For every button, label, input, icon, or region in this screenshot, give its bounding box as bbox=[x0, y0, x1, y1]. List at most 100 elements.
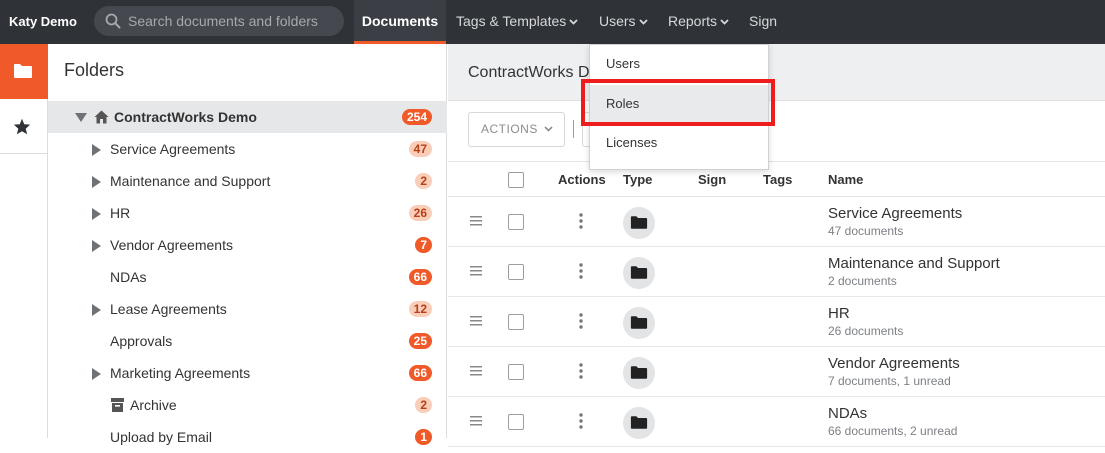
more-options-icon[interactable] bbox=[579, 263, 583, 279]
folder-item[interactable]: Maintenance and Support 2 bbox=[48, 165, 447, 197]
count-badge: 26 bbox=[408, 205, 432, 221]
row-checkbox[interactable] bbox=[508, 264, 524, 280]
menu-item-licenses[interactable]: Licenses bbox=[590, 124, 768, 162]
actions-dropdown-button[interactable]: ACTIONS bbox=[468, 112, 565, 147]
drag-handle-icon[interactable] bbox=[470, 316, 482, 326]
collapse-triangle-icon[interactable] bbox=[75, 113, 87, 122]
search-box[interactable] bbox=[94, 6, 344, 36]
breadcrumb: ContractWorks De bbox=[448, 44, 1105, 101]
menu-item-users[interactable]: Users bbox=[590, 45, 768, 83]
chevron-down-icon bbox=[720, 19, 729, 25]
folder-label: Archive bbox=[130, 397, 177, 413]
breadcrumb-current[interactable]: ContractWorks De bbox=[468, 64, 598, 82]
folder-item[interactable]: Marketing Agreements 66 bbox=[48, 357, 447, 389]
table-row[interactable]: NDAs 66 documents, 2 unread bbox=[448, 397, 1105, 447]
nav-reports-label: Reports bbox=[668, 13, 718, 29]
count-badge: 7 bbox=[415, 237, 432, 253]
row-name[interactable]: Maintenance and Support bbox=[828, 255, 1000, 272]
user-name[interactable]: Katy Demo bbox=[9, 0, 77, 44]
table-row[interactable]: HR 26 documents bbox=[448, 297, 1105, 347]
folder-item[interactable]: Lease Agreements 12 bbox=[48, 293, 447, 325]
folder-label: NDAs bbox=[110, 269, 147, 285]
row-name[interactable]: HR bbox=[828, 305, 850, 322]
folder-label: Lease Agreements bbox=[110, 301, 227, 317]
row-name[interactable]: Service Agreements bbox=[828, 205, 962, 222]
archive-icon bbox=[111, 398, 124, 412]
expand-triangle-icon[interactable] bbox=[92, 304, 101, 316]
more-options-icon[interactable] bbox=[579, 213, 583, 229]
expand-triangle-icon[interactable] bbox=[92, 208, 101, 220]
nav-documents[interactable]: Documents bbox=[354, 0, 446, 44]
row-name[interactable]: Vendor Agreements bbox=[828, 355, 960, 372]
row-detail: 7 documents, 1 unread bbox=[828, 374, 951, 388]
drag-handle-icon[interactable] bbox=[470, 216, 482, 226]
folder-icon bbox=[630, 366, 648, 379]
main-content: ContractWorks De ACTIONS Actions Type Si… bbox=[448, 44, 1105, 447]
folders-panel: Folders ContractWorks Demo 254 Service A… bbox=[48, 44, 447, 445]
folders-title: Folders bbox=[64, 60, 125, 80]
table-row[interactable]: Maintenance and Support 2 documents bbox=[448, 247, 1105, 297]
more-options-icon[interactable] bbox=[579, 313, 583, 329]
expand-triangle-icon[interactable] bbox=[92, 240, 101, 252]
folder-item[interactable]: NDAs 66 bbox=[48, 261, 447, 293]
count-badge: 1 bbox=[415, 429, 432, 445]
folder-item[interactable]: Upload by Email 1 bbox=[48, 421, 447, 453]
more-options-icon[interactable] bbox=[579, 413, 583, 429]
folder-item[interactable]: Service Agreements 47 bbox=[48, 133, 447, 165]
row-checkbox[interactable] bbox=[508, 314, 524, 330]
folder-icon bbox=[630, 316, 648, 329]
expand-triangle-icon[interactable] bbox=[92, 144, 101, 156]
nav-reports[interactable]: Reports bbox=[668, 0, 729, 44]
nav-users[interactable]: Users bbox=[599, 0, 648, 44]
search-input[interactable] bbox=[128, 6, 338, 36]
drag-handle-icon[interactable] bbox=[470, 366, 482, 376]
folder-icon bbox=[14, 64, 32, 78]
count-badge: 66 bbox=[408, 269, 432, 285]
row-name[interactable]: NDAs bbox=[828, 405, 867, 422]
search-icon bbox=[105, 13, 121, 29]
nav-tags-templates-label: Tags & Templates bbox=[456, 13, 567, 29]
favorites-tab[interactable] bbox=[0, 99, 48, 154]
count-badge: 254 bbox=[401, 109, 432, 125]
top-navbar: Katy Demo Documents Tags & Templates Use… bbox=[0, 0, 1105, 44]
drag-handle-icon[interactable] bbox=[470, 416, 482, 426]
count-badge: 25 bbox=[408, 333, 432, 349]
folder-item[interactable]: Approvals 25 bbox=[48, 325, 447, 357]
nav-tags-templates[interactable]: Tags & Templates bbox=[456, 0, 578, 44]
table-row[interactable]: Vendor Agreements 7 documents, 1 unread bbox=[448, 347, 1105, 397]
column-name[interactable]: Name bbox=[828, 162, 863, 198]
chevron-down-icon bbox=[638, 19, 648, 25]
nav-sign[interactable]: Sign bbox=[749, 0, 777, 44]
folder-item[interactable]: HR 26 bbox=[48, 197, 447, 229]
expand-triangle-icon[interactable] bbox=[92, 368, 101, 380]
count-badge: 2 bbox=[415, 397, 432, 413]
folder-root[interactable]: ContractWorks Demo 254 bbox=[48, 101, 447, 133]
folder-icon bbox=[630, 216, 648, 229]
table-header: Actions Type Sign Tags Name bbox=[448, 161, 1105, 197]
count-badge: 12 bbox=[408, 301, 432, 317]
folder-icon bbox=[630, 416, 648, 429]
select-all-checkbox[interactable] bbox=[508, 172, 524, 188]
row-detail: 2 documents bbox=[828, 274, 897, 288]
folder-item[interactable]: Vendor Agreements 7 bbox=[48, 229, 447, 261]
chevron-down-icon bbox=[544, 126, 553, 132]
folders-tab[interactable] bbox=[0, 44, 48, 99]
actions-label: ACTIONS bbox=[481, 122, 538, 136]
row-checkbox[interactable] bbox=[508, 364, 524, 380]
folder-label: ContractWorks Demo bbox=[114, 109, 257, 125]
expand-triangle-icon[interactable] bbox=[92, 176, 101, 188]
folder-label: Marketing Agreements bbox=[110, 365, 251, 381]
drag-handle-icon[interactable] bbox=[470, 266, 482, 276]
home-icon bbox=[94, 110, 109, 124]
chevron-down-icon bbox=[569, 19, 578, 25]
folder-type-badge bbox=[623, 307, 655, 339]
count-badge: 2 bbox=[415, 173, 432, 189]
folder-label: Approvals bbox=[110, 333, 173, 349]
nav-sign-label: Sign bbox=[749, 13, 778, 29]
folder-type-badge bbox=[623, 257, 655, 289]
row-checkbox[interactable] bbox=[508, 414, 524, 430]
table-row[interactable]: Service Agreements 47 documents bbox=[448, 197, 1105, 247]
row-checkbox[interactable] bbox=[508, 214, 524, 230]
more-options-icon[interactable] bbox=[579, 363, 583, 379]
folder-item[interactable]: Archive 2 bbox=[48, 389, 447, 421]
